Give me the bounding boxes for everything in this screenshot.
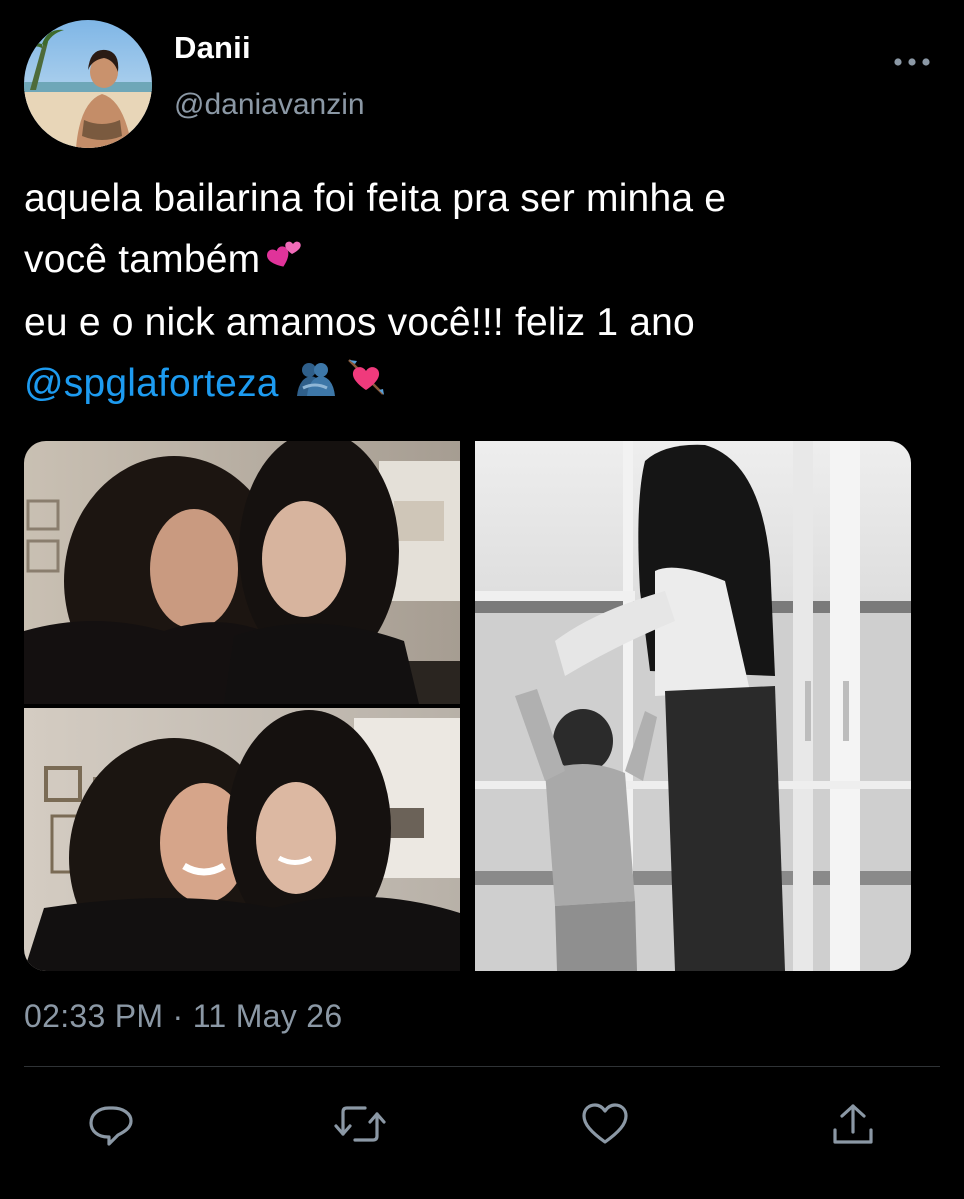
- photo-selfie-1[interactable]: [24, 441, 460, 704]
- share-icon[interactable]: [829, 1102, 877, 1146]
- tweet-text: aquela bailarina foi feita pra ser minha…: [24, 168, 944, 416]
- two-hearts-emoji: [266, 231, 306, 292]
- handle[interactable]: @daniavanzin: [174, 88, 365, 122]
- tweet-text-line: aquela bailarina foi feita pra ser minha…: [24, 177, 727, 220]
- tweet-timestamp[interactable]: 02:33 PM · 11 May 26: [24, 998, 342, 1035]
- display-name[interactable]: Danii: [174, 30, 251, 66]
- tweet: Danii @daniavanzin aquela bailarina foi …: [0, 0, 964, 1199]
- tweet-text-line: @spglaforteza: [24, 353, 944, 416]
- more-options-icon[interactable]: [888, 44, 936, 80]
- tweet-text-line: eu e o nick amamos você!!! feliz 1 ano: [24, 301, 695, 345]
- reply-icon[interactable]: [87, 1102, 135, 1146]
- tweet-text-line: você também: [24, 229, 944, 292]
- tweet-text-fragment: você também: [24, 238, 261, 281]
- heart-with-arrow-emoji: [345, 355, 387, 416]
- mention-link[interactable]: @spglaforteza: [24, 362, 279, 405]
- photo-selfie-2[interactable]: [24, 708, 460, 971]
- media-grid: [24, 441, 911, 971]
- avatar[interactable]: [24, 20, 152, 148]
- divider: [24, 1066, 940, 1067]
- retweet-icon[interactable]: [333, 1102, 387, 1146]
- people-hugging-emoji: [293, 355, 337, 416]
- like-icon[interactable]: [581, 1102, 629, 1146]
- photo-window-bw[interactable]: [475, 441, 911, 971]
